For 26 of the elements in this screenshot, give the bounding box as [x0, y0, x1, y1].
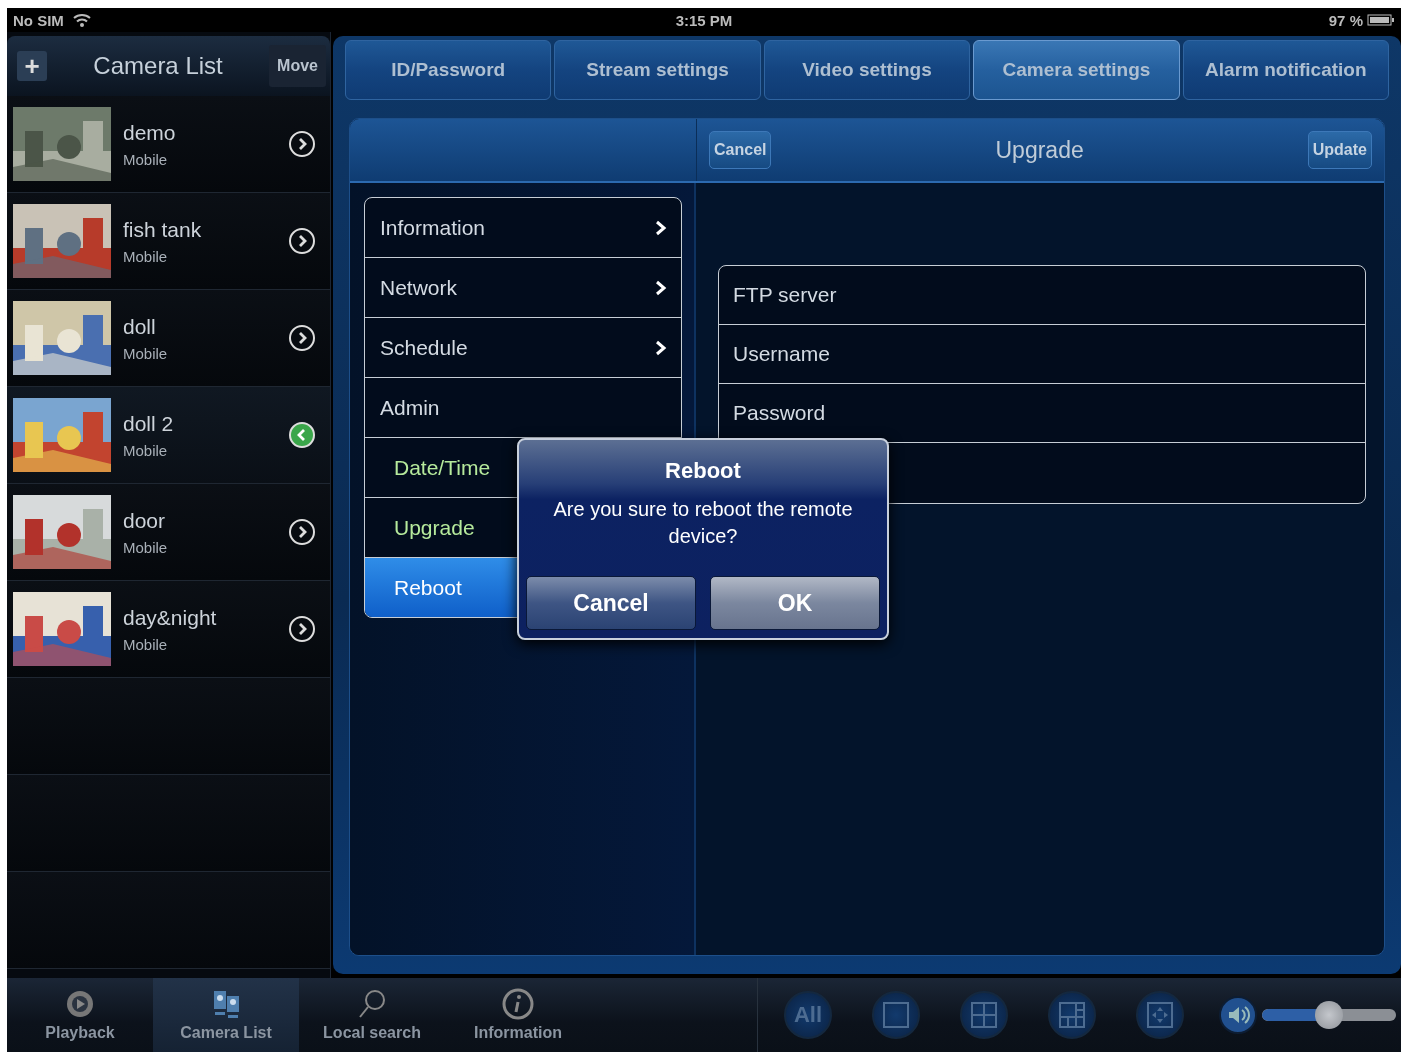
camera-type: Mobile: [123, 538, 169, 556]
menu-label: Date/Time: [394, 455, 491, 480]
camera-type: Mobile: [123, 635, 169, 653]
menu-label: Schedule: [380, 335, 468, 360]
panel-title: Upgrade: [995, 136, 1084, 164]
camera-type: Mobile: [123, 150, 169, 168]
dialog-message: Are you sure to reboot the remote device?: [552, 497, 854, 549]
dialog-title: Reboot: [665, 458, 741, 484]
clock-time: 3:15 PM: [675, 11, 733, 29]
camera-name: doll 2: [123, 411, 175, 436]
camera-name: day&night: [123, 605, 218, 630]
carrier-label: No SIM: [13, 11, 64, 29]
menu-label: Network: [380, 275, 458, 300]
camera-type: Mobile: [123, 441, 169, 459]
sidebar-title: Camera List: [92, 52, 224, 80]
camera-type: Mobile: [123, 344, 169, 362]
camera-name: demo: [123, 120, 177, 145]
battery-percent: 97 %: [1328, 11, 1363, 29]
camera-name: fish tank: [123, 217, 203, 242]
menu-label: Information: [380, 215, 486, 240]
menu-label: Upgrade: [394, 515, 475, 540]
camera-name: door: [123, 508, 167, 533]
menu-label: Admin: [380, 395, 440, 420]
menu-label: Reboot: [394, 575, 462, 600]
camera-name: doll: [123, 314, 157, 339]
camera-type: Mobile: [123, 247, 169, 265]
